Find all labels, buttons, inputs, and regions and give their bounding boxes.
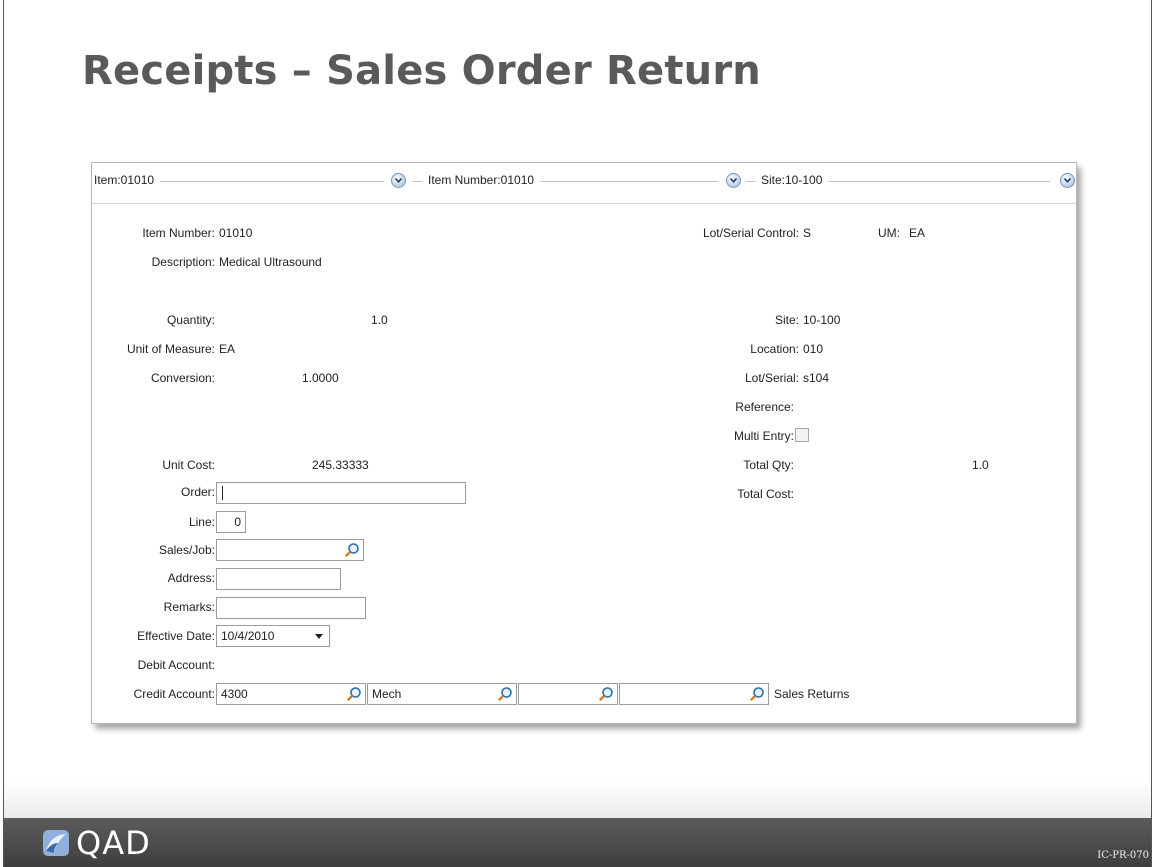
uom-value: EA (219, 342, 236, 356)
unit-cost-label: Unit Cost: (162, 458, 215, 472)
header-divider (746, 181, 756, 182)
remarks-input[interactable] (216, 597, 366, 619)
credit-subaccount-value: Mech (372, 687, 402, 701)
header-bar: Item:01010 Item Number:01010 Site:10-100 (92, 163, 1076, 204)
location-label: Location: (750, 342, 799, 356)
description-value: Medical Ultrasound (219, 255, 322, 269)
header-divider (540, 181, 718, 182)
item-number-label: Item Number: (142, 226, 215, 240)
slide-code: IC-PR-070 (1097, 850, 1149, 861)
address-input[interactable] (216, 568, 341, 590)
footer-fade (4, 780, 1151, 818)
chevron-down-icon[interactable] (1060, 173, 1075, 188)
conversion-value: 1.0000 (302, 371, 339, 385)
dropdown-arrow-icon[interactable] (315, 634, 323, 639)
slide-footer: QAD IC-PR-070 (4, 818, 1151, 867)
search-icon[interactable] (497, 686, 513, 702)
debit-account-label: Debit Account: (137, 658, 215, 672)
conversion-label: Conversion: (150, 371, 215, 385)
search-icon[interactable] (749, 686, 765, 702)
header-divider (828, 181, 1050, 182)
header-site: Site:10-100 (761, 173, 823, 187)
sales-job-input[interactable] (216, 539, 364, 561)
logo-text: QAD (76, 824, 151, 862)
effective-date-label: Effective Date: (137, 629, 215, 643)
chevron-down-icon[interactable] (726, 173, 741, 188)
uom-label: Unit of Measure: (126, 342, 215, 356)
qad-logo-icon (43, 830, 69, 856)
um-value: EA (909, 226, 926, 240)
credit-account-description: Sales Returns (774, 687, 850, 701)
credit-account-label: Credit Account: (133, 687, 215, 701)
multi-entry-checkbox[interactable] (795, 428, 809, 442)
description-label: Description: (151, 255, 215, 269)
search-icon[interactable] (346, 686, 362, 702)
lot-serial-value: s104 (803, 371, 830, 385)
unit-cost-value: 245.33333 (312, 458, 369, 472)
lot-serial-control-value: S (803, 226, 812, 240)
order-input[interactable] (216, 482, 466, 504)
slide-title: Receipts – Sales Order Return (82, 48, 761, 94)
item-number-value: 01010 (219, 226, 253, 240)
receipt-panel: Item:01010 Item Number:01010 Site:10-100… (91, 162, 1077, 724)
lot-serial-label: Lot/Serial: (744, 371, 799, 385)
sales-job-label: Sales/Job: (158, 543, 215, 557)
header-divider (412, 181, 422, 182)
location-value: 010 (803, 342, 824, 356)
total-qty-label: Total Qty: (743, 458, 794, 472)
quantity-value: 1.0 (371, 313, 388, 327)
um-label: UM: (878, 226, 900, 240)
header-item-number: Item Number:01010 (428, 173, 535, 187)
reference-label: Reference: (735, 400, 794, 414)
order-label: Order: (180, 485, 215, 499)
address-label: Address: (167, 571, 215, 585)
site-value: 10-100 (803, 313, 841, 327)
lot-serial-control-label: Lot/Serial Control: (702, 226, 799, 240)
line-input[interactable]: 0 (216, 511, 246, 533)
search-icon[interactable] (344, 542, 360, 558)
search-icon[interactable] (598, 686, 614, 702)
multi-entry-label: Multi Entry: (733, 429, 794, 443)
text-caret (222, 486, 223, 500)
credit-account-input[interactable]: 4300 (216, 683, 366, 705)
total-qty-value: 1.0 (972, 458, 989, 472)
header-item: Item:01010 (94, 173, 155, 187)
effective-date-value: 10/4/2010 (221, 629, 275, 643)
remarks-label: Remarks: (163, 600, 215, 614)
credit-costcenter-input[interactable] (518, 683, 618, 705)
total-cost-label: Total Cost: (737, 487, 794, 501)
quantity-label: Quantity: (166, 313, 215, 327)
header-divider (160, 181, 384, 182)
effective-date-picker[interactable]: 10/4/2010 (216, 625, 330, 647)
site-label: Site: (774, 313, 799, 327)
credit-account-value: 4300 (221, 687, 248, 701)
line-label: Line: (188, 515, 215, 529)
chevron-down-icon[interactable] (391, 173, 406, 188)
credit-project-input[interactable] (619, 683, 769, 705)
credit-subaccount-input[interactable]: Mech (367, 683, 517, 705)
